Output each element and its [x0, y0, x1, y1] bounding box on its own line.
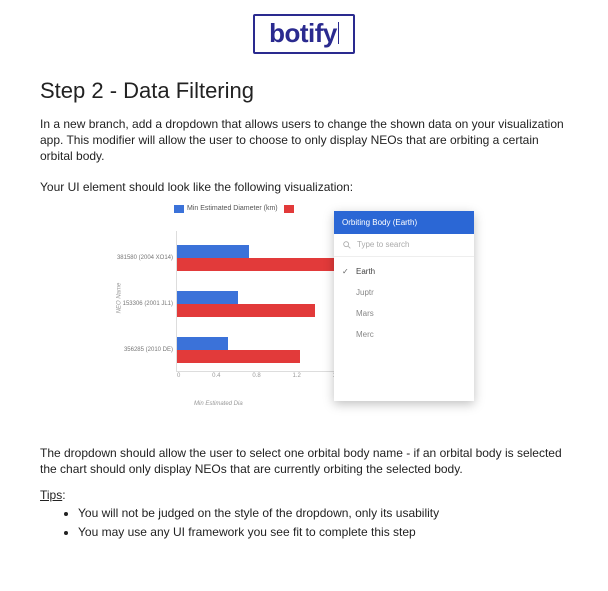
- search-icon: [342, 240, 352, 250]
- dropdown-list: Earth Juptr Mars Merc: [334, 257, 474, 347]
- dropdown-option-juptr[interactable]: Juptr: [334, 282, 474, 303]
- bar-2-blue: [177, 337, 228, 350]
- dropdown-option-merc[interactable]: Merc: [334, 324, 474, 345]
- logo-container: botify: [0, 0, 608, 54]
- search-placeholder: Type to search: [357, 240, 409, 249]
- dropdown-option-label: Earth: [356, 267, 375, 276]
- tips-label: Tips: [40, 488, 62, 502]
- tips-list: You will not be judged on the style of t…: [40, 505, 568, 539]
- dropdown-search[interactable]: Type to search: [334, 234, 474, 257]
- bar-0-red: [177, 258, 341, 271]
- dropdown-spacer: [334, 347, 474, 401]
- visualization-mock: Min Estimated Diameter (km) NEO Name 381…: [134, 205, 474, 427]
- x-ticks: 0 0.4 0.8 1.2 1.6: [177, 373, 341, 385]
- page-title: Step 2 - Data Filtering: [40, 78, 568, 104]
- x-tick-2: 0.8: [252, 373, 260, 385]
- intro-para-1: In a new branch, add a dropdown that all…: [40, 116, 568, 165]
- x-tick-3: 1.2: [292, 373, 300, 385]
- bar-chart: Min Estimated Diameter (km) NEO Name 381…: [134, 205, 344, 405]
- bar-1-red: [177, 304, 315, 317]
- tip-0: You will not be judged on the style of t…: [78, 505, 568, 521]
- bar-0-blue: [177, 245, 249, 258]
- dropdown-header[interactable]: Orbiting Body (Earth): [334, 211, 474, 234]
- intro-para-2: Your UI element should look like the fol…: [40, 179, 568, 195]
- dropdown-option-label: Mars: [356, 309, 374, 318]
- y-label-0: 381580 (2004 XO14): [103, 255, 173, 261]
- legend-swatch-blue: [174, 205, 184, 213]
- legend-label-0: Min Estimated Diameter (km): [187, 205, 278, 212]
- bar-row-0: 381580 (2004 XO14): [177, 241, 341, 277]
- orbital-body-dropdown[interactable]: Orbiting Body (Earth) Type to search Ear…: [334, 211, 474, 401]
- content: Step 2 - Data Filtering In a new branch,…: [0, 54, 608, 540]
- bar-row-2: 356285 (2010 DE): [177, 333, 341, 369]
- logo-word: botify: [269, 20, 337, 46]
- x-tick-0: 0: [177, 373, 180, 385]
- dropdown-option-mars[interactable]: Mars: [334, 303, 474, 324]
- chart-legend: Min Estimated Diameter (km): [174, 205, 294, 213]
- y-axis-title: NEO Name: [116, 282, 122, 313]
- logo-text: botify: [269, 20, 339, 46]
- x-axis-title: Min Estimated Dia: [194, 401, 243, 407]
- dropdown-option-label: Merc: [356, 330, 374, 339]
- tips-heading: Tips:: [40, 487, 568, 503]
- tip-1: You may use any UI framework you see fit…: [78, 524, 568, 540]
- x-tick-1: 0.4: [212, 373, 220, 385]
- dropdown-option-earth[interactable]: Earth: [334, 261, 474, 282]
- y-label-2: 356285 (2010 DE): [103, 347, 173, 353]
- bar-row-1: 153306 (2001 JL1): [177, 287, 341, 323]
- bar-2-red: [177, 350, 300, 363]
- cursor-icon: [338, 22, 339, 44]
- logo: botify: [253, 14, 355, 54]
- y-label-1: 153306 (2001 JL1): [103, 301, 173, 307]
- bar-1-blue: [177, 291, 238, 304]
- dropdown-option-label: Juptr: [356, 288, 374, 297]
- instruction-para: The dropdown should allow the user to se…: [40, 445, 568, 477]
- legend-swatch-red: [284, 205, 294, 213]
- plot-area: 381580 (2004 XO14) 153306 (2001 JL1) 356…: [176, 231, 341, 372]
